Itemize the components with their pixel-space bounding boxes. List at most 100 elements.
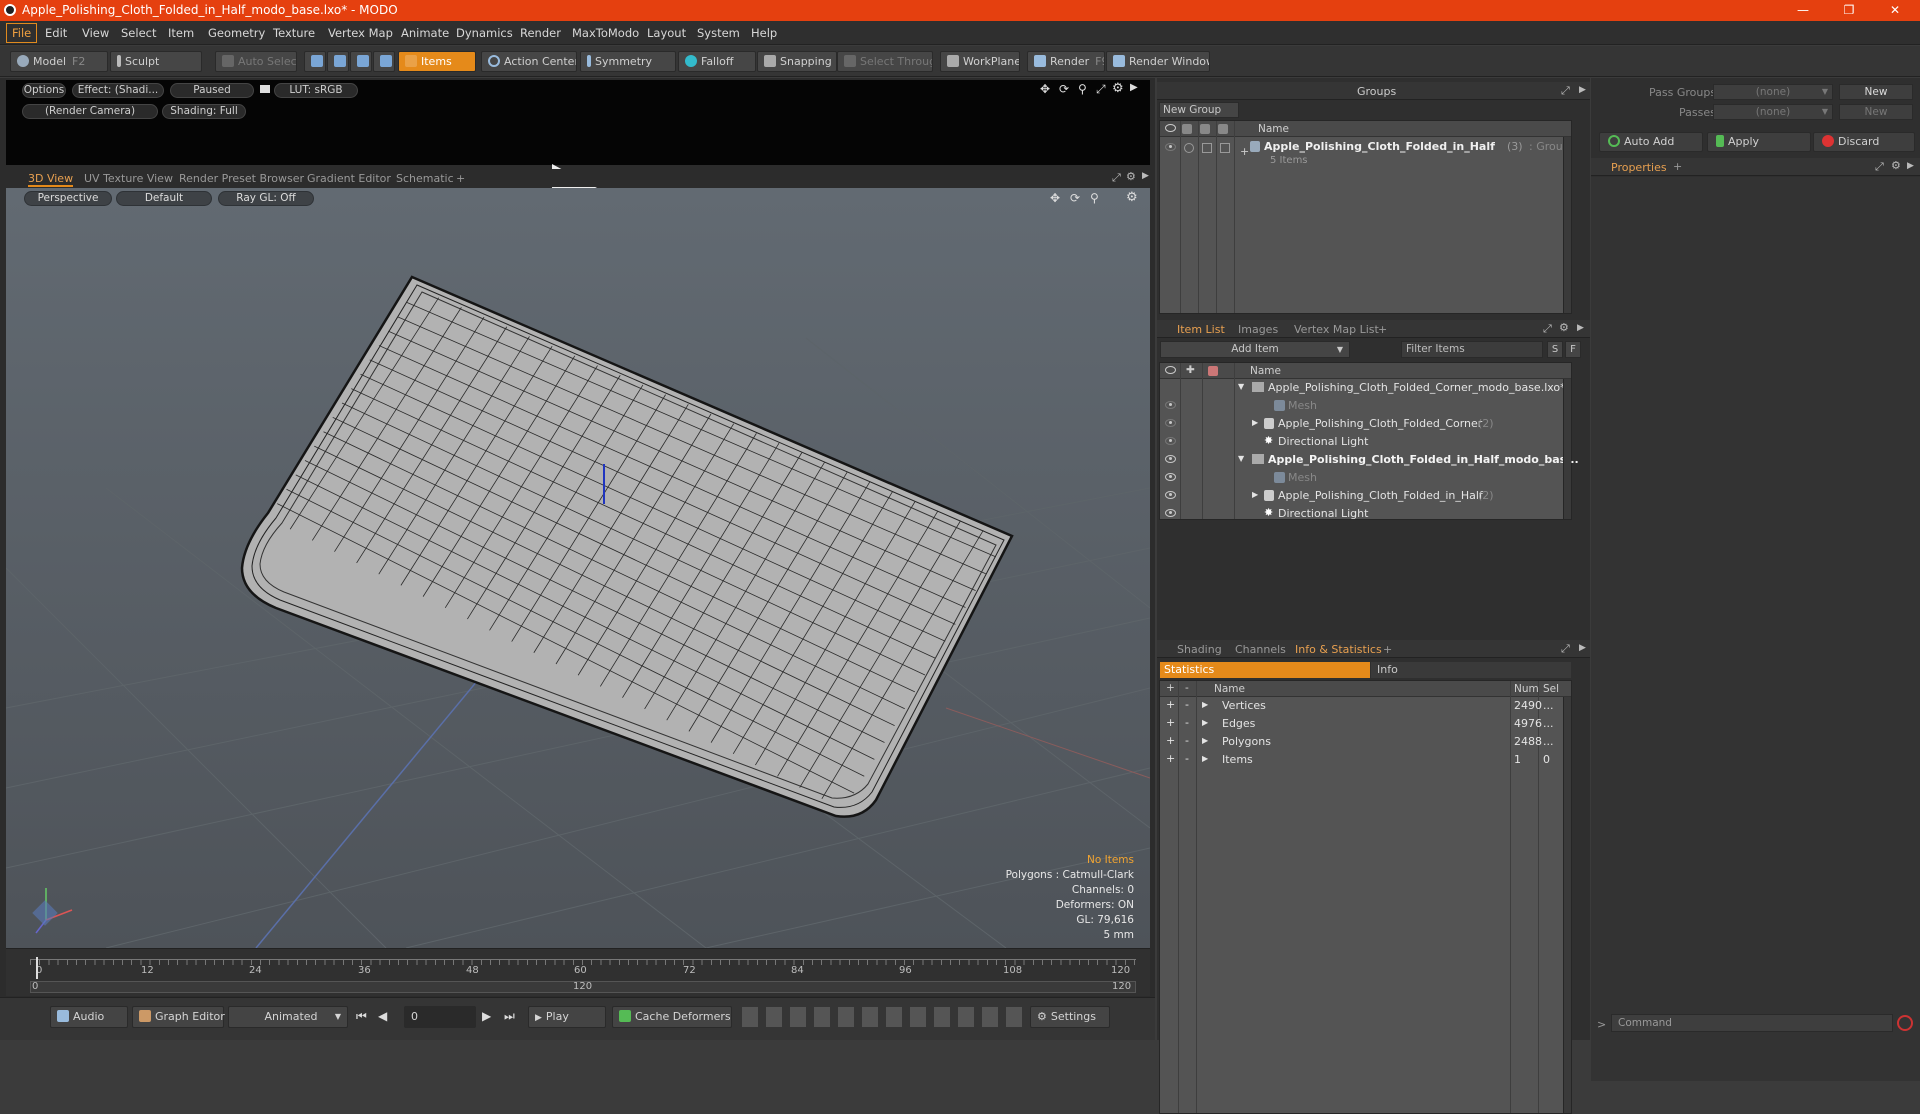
tab-shading[interactable]: Shading (1177, 643, 1222, 656)
view-arrow-icon[interactable]: ▶ (1142, 171, 1149, 181)
list-item[interactable]: ✸ Directional Light (1160, 505, 1571, 523)
add-selection-icon[interactable]: + (1166, 698, 1175, 711)
filter-s-button[interactable]: S (1547, 341, 1563, 358)
add-selection-icon[interactable]: + (1166, 752, 1175, 765)
properties-expand-icon[interactable]: ⤢ (1875, 160, 1884, 174)
tab-uv-texture-view[interactable]: UV Texture View (84, 172, 173, 185)
visibility-icon[interactable] (1165, 491, 1176, 499)
collapse-icon[interactable]: ▼ (1238, 382, 1244, 391)
tab-item-list[interactable]: Item List (1177, 323, 1225, 336)
vp-gear-icon[interactable]: ⚙ (1126, 190, 1138, 205)
preview-shading-dropdown[interactable]: Shading: Full (162, 104, 246, 119)
zoom-icon[interactable]: ⚲ (1078, 82, 1087, 96)
list-item[interactable]: Mesh (1160, 397, 1571, 415)
group-render-icon[interactable] (1184, 143, 1194, 153)
group-select-icon[interactable] (1220, 143, 1230, 153)
lock-icon[interactable] (260, 85, 270, 93)
menu-texture[interactable]: Texture (273, 26, 315, 40)
vp-pan-icon[interactable]: ✥ (1050, 191, 1060, 205)
minimize-icon[interactable]: — (1780, 0, 1826, 21)
step-forward-icon[interactable]: ▶ (482, 1009, 491, 1023)
skip-end-icon[interactable]: ⏭ (504, 1009, 515, 1024)
symmetry-button[interactable]: Symmetry (580, 51, 676, 72)
group-lock-icon[interactable] (1202, 143, 1212, 153)
items-mode-button[interactable]: Items (398, 51, 476, 72)
row-expand-icon[interactable]: ▶ (1202, 736, 1208, 745)
groups-arrow-icon[interactable]: ▶ (1579, 85, 1586, 95)
tab-properties[interactable]: Properties (1611, 161, 1667, 174)
group-visibility-icon[interactable] (1165, 143, 1176, 151)
table-row[interactable]: + - ▶ Polygons 2488 ... (1160, 733, 1571, 751)
view-gear-icon[interactable]: ⚙ (1126, 170, 1136, 183)
tab-schematic[interactable]: Schematic (396, 172, 454, 185)
passes-dropdown[interactable]: (none) ▼ (1713, 104, 1833, 120)
collapse-icon[interactable]: ▼ (1238, 454, 1244, 463)
info-arrow-icon[interactable]: ▶ (1579, 643, 1586, 653)
table-row[interactable]: + - ▶ Edges 4976 ... (1160, 715, 1571, 733)
add-tab-icon[interactable]: + (456, 172, 465, 185)
groups-scrollbar[interactable] (1563, 137, 1571, 313)
vertices-mode-button[interactable] (304, 51, 326, 72)
list-item[interactable]: ✸ Directional Light (1160, 433, 1571, 451)
expand-icon[interactable]: ▶ (1252, 490, 1258, 499)
menu-animate[interactable]: Animate (401, 26, 449, 40)
command-status-icon[interactable] (1897, 1015, 1913, 1031)
preview-camera-dropdown[interactable]: (Render Camera) (22, 104, 158, 119)
vp-zoom-icon[interactable]: ⚲ (1090, 191, 1099, 205)
row-expand-icon[interactable]: ▶ (1202, 754, 1208, 763)
item-list-expand-icon[interactable]: ⤢ (1543, 322, 1552, 336)
menu-layout[interactable]: Layout (647, 26, 686, 40)
group-row[interactable]: + Apple_Polishing_Cloth_Folded_in_Half (… (1160, 139, 1571, 169)
workplane-button[interactable]: WorkPlane (940, 51, 1020, 72)
properties-arrow-icon[interactable]: ▶ (1907, 161, 1914, 171)
add-panel-tab-icon[interactable]: + (1378, 323, 1387, 336)
falloff-button[interactable]: Falloff (678, 51, 756, 72)
table-row[interactable]: + - ▶ Vertices 2490 ... (1160, 697, 1571, 715)
filter-items-input[interactable]: Filter Items (1401, 341, 1543, 358)
play-button[interactable]: ▶ Play (528, 1006, 606, 1028)
visibility-icon[interactable] (1165, 455, 1176, 463)
snapping-button[interactable]: Snapping (757, 51, 837, 72)
preview-effect-dropdown[interactable]: Effect: (Shadi... (72, 83, 164, 98)
rotate-icon[interactable]: ⟳ (1059, 82, 1069, 96)
new-pass-button[interactable]: New (1839, 104, 1913, 120)
pass-groups-dropdown[interactable]: (none) ▼ (1713, 84, 1833, 100)
model-button[interactable]: Model F2 (10, 51, 108, 72)
visibility-icon[interactable] (1165, 437, 1176, 445)
menu-view[interactable]: View (82, 26, 109, 40)
graph-editor-button[interactable]: Graph Editor (132, 1006, 225, 1028)
close-icon[interactable]: ✕ (1872, 0, 1918, 21)
statistics-tab[interactable]: Statistics (1160, 662, 1370, 678)
add-properties-tab-icon[interactable]: + (1673, 160, 1682, 173)
remove-selection-icon[interactable]: - (1185, 698, 1189, 711)
menu-maxtomodo[interactable]: MaxToModo (572, 26, 639, 40)
menu-item[interactable]: Item (168, 26, 194, 40)
remove-selection-icon[interactable]: - (1185, 752, 1189, 765)
apply-button[interactable]: Apply (1707, 132, 1811, 152)
select-through-button[interactable]: Select Through (837, 51, 933, 72)
list-item[interactable]: ▶ Apple_Polishing_Cloth_Folded_Corner (2… (1160, 415, 1571, 433)
visibility-icon[interactable] (1165, 473, 1176, 481)
item-list-gear-icon[interactable]: ⚙ (1559, 321, 1569, 334)
ray-gl-dropdown[interactable]: Ray GL: Off (218, 191, 314, 206)
properties-gear-icon[interactable]: ⚙ (1891, 159, 1901, 172)
auto-select-button[interactable]: Auto Select (215, 51, 297, 72)
list-item[interactable]: ▼ Apple_Polishing_Cloth_Folded_Corner_mo… (1160, 379, 1571, 397)
action-center-button[interactable]: Action Center (481, 51, 577, 72)
3d-viewport[interactable]: Perspective Default Ray GL: Off ✥ ⟳ ⚲ ⚙ … (6, 188, 1150, 948)
tab-images[interactable]: Images (1238, 323, 1278, 336)
pan-icon[interactable]: ✥ (1040, 82, 1050, 96)
preview-paused-button[interactable]: Paused (170, 83, 254, 98)
menu-render[interactable]: Render (520, 26, 561, 40)
list-item[interactable]: ▶ Apple_Polishing_Cloth_Folded_in_Half (… (1160, 487, 1571, 505)
filter-f-button[interactable]: F (1565, 341, 1581, 358)
settings-button[interactable]: ⚙ Settings (1030, 1006, 1110, 1028)
polygons-mode-button[interactable] (350, 51, 372, 72)
tab-info-statistics[interactable]: Info & Statistics (1295, 643, 1382, 656)
row-expand-icon[interactable]: ▶ (1202, 718, 1208, 727)
key-tools-icon[interactable] (742, 1007, 1042, 1027)
discard-button[interactable]: Discard (1813, 132, 1915, 152)
menu-geometry[interactable]: Geometry (208, 26, 265, 40)
arrow-right-icon[interactable]: ▶ (1130, 82, 1138, 93)
row-expand-icon[interactable]: ▶ (1202, 700, 1208, 709)
